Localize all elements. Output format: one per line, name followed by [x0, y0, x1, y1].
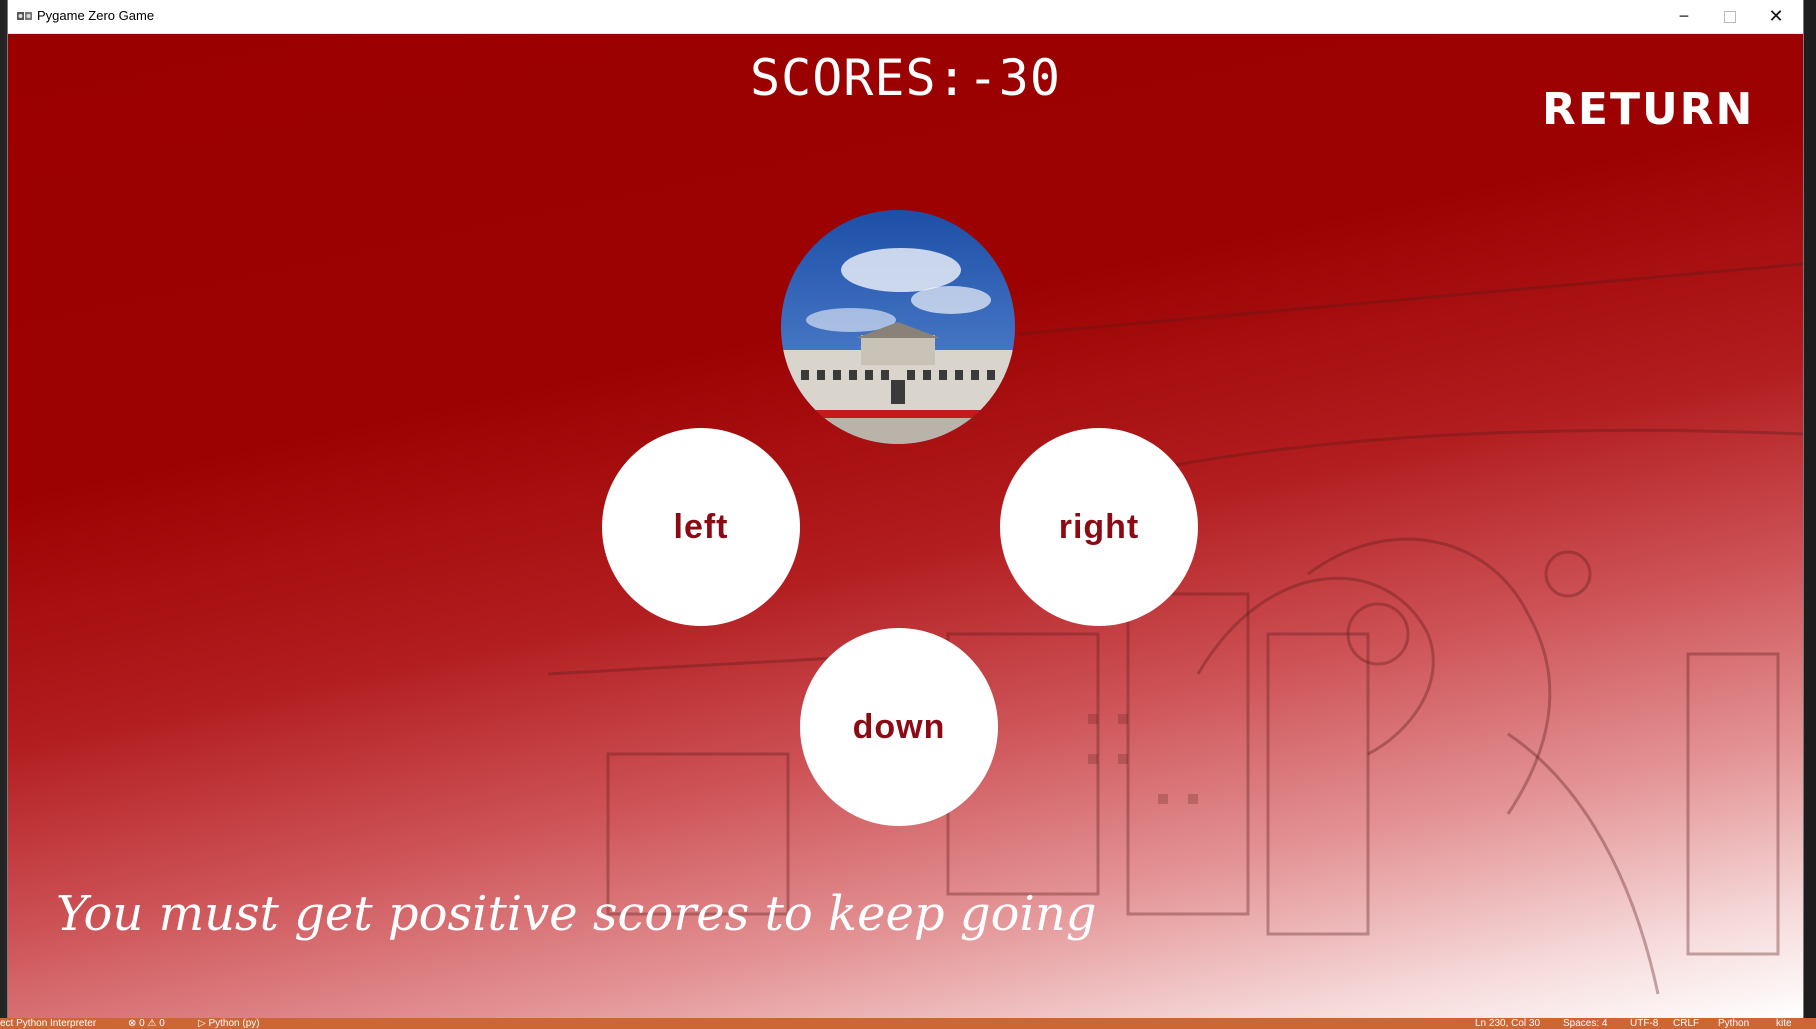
editor-background-left [0, 0, 8, 1018]
maximize-icon [1724, 10, 1736, 23]
editor-background-right [1803, 0, 1816, 1018]
minimize-button[interactable]: ─ [1661, 0, 1707, 33]
score-display: SCORES:-30 [749, 49, 1062, 107]
kite-status[interactable]: kite [1776, 1018, 1792, 1029]
screen: Pygame Zero Game ─ ✕ SCORES:-30 RETURN l… [0, 0, 1816, 1029]
game-canvas[interactable]: SCORES:-30 RETURN left right down You mu… [8, 34, 1803, 1018]
right-button[interactable]: right [1000, 428, 1198, 626]
return-button[interactable]: RETURN [1542, 83, 1752, 137]
pygame-icon [17, 12, 32, 20]
editor-status-bar: ect Python Interpreter ⊗ 0 ⚠ 0 ▷ Python … [0, 1018, 1816, 1029]
indentation[interactable]: Spaces: 4 [1563, 1018, 1607, 1029]
encoding[interactable]: UTF-8 [1630, 1018, 1658, 1029]
interpreter-selector[interactable]: ect Python Interpreter [0, 1018, 96, 1029]
close-button[interactable]: ✕ [1753, 0, 1799, 33]
game-window: Pygame Zero Game ─ ✕ SCORES:-30 RETURN l… [8, 0, 1803, 1018]
line-endings[interactable]: CRLF [1673, 1018, 1699, 1029]
maximize-button[interactable] [1707, 0, 1753, 33]
window-title: Pygame Zero Game [37, 8, 155, 23]
left-button[interactable]: left [602, 428, 800, 626]
title-bar[interactable]: Pygame Zero Game ─ ✕ [8, 0, 1803, 34]
location-photo [781, 210, 1015, 444]
language-mode-indicator[interactable]: ▷ Python (py) [198, 1018, 260, 1029]
language[interactable]: Python [1718, 1018, 1749, 1029]
hint-message: You must get positive scores to keep goi… [56, 886, 1097, 942]
problems-indicator[interactable]: ⊗ 0 ⚠ 0 [128, 1018, 165, 1029]
down-button[interactable]: down [800, 628, 998, 826]
cursor-position[interactable]: Ln 230, Col 30 [1475, 1018, 1540, 1029]
palace-photo-image [781, 210, 1015, 444]
background-sketch [547, 262, 1803, 995]
